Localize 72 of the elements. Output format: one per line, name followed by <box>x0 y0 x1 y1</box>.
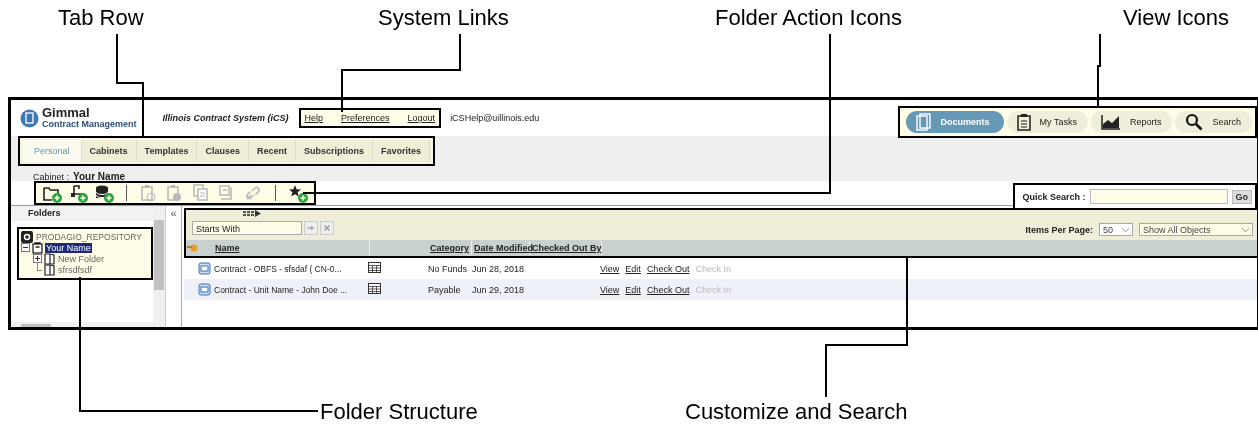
cabinet-icon <box>32 241 43 254</box>
tree-root[interactable]: PRODAGIO_REPOSITORY <box>36 231 142 242</box>
system-link[interactable]: Help <box>304 113 324 123</box>
logo-subtitle: Contract Management <box>42 119 137 129</box>
clear-icon[interactable] <box>320 221 334 235</box>
view-button[interactable]: Search <box>1175 111 1252 133</box>
expand-icon[interactable] <box>33 254 42 263</box>
repository-icon <box>21 230 33 243</box>
help-email: iCSHelp@uillinois.edu <box>450 113 540 123</box>
caret-icon <box>1122 227 1129 232</box>
subfolder-add-icon[interactable] <box>68 183 88 203</box>
tab[interactable]: Recent <box>248 140 296 162</box>
view-button[interactable]: Reports <box>1090 111 1173 133</box>
documents-icon <box>915 113 932 131</box>
tree-item[interactable]: sfrsdfsdf <box>57 264 93 275</box>
key-icon <box>186 243 198 253</box>
document-icon <box>198 262 211 275</box>
logo-icon <box>20 108 39 128</box>
tab[interactable]: Clauses <box>197 140 249 162</box>
system-name: Illinois Contract System (iCS) <box>162 113 289 123</box>
callout-label: View Icons <box>1123 5 1229 31</box>
date-cell-text: Jun 29, 2018 <box>471 284 526 295</box>
category-cell-text: Payable <box>427 284 462 295</box>
items-per-page-dropdown[interactable]: 50 <box>1099 223 1133 236</box>
tab[interactable]: Subscriptions <box>295 140 373 162</box>
tab[interactable]: Favorites <box>372 140 430 162</box>
callout-label: Folder Action Icons <box>715 5 903 31</box>
callout-label: Customize and Search <box>685 399 908 425</box>
cabinet-label: Cabinet : <box>33 172 70 182</box>
grid-icon[interactable] <box>368 262 381 273</box>
tree-item[interactable]: Your Name <box>45 242 92 253</box>
tree-item[interactable]: New Folder <box>57 253 105 264</box>
row-action-link[interactable]: Check Out <box>646 263 690 274</box>
items-per-page-label: Items Per Page: <box>1025 224 1093 235</box>
row-action-link[interactable]: View <box>600 284 620 295</box>
system-link[interactable]: Preferences <box>341 113 390 123</box>
logo-title: Gimmal <box>42 107 91 119</box>
row-action-link[interactable]: Check Out <box>646 284 690 295</box>
document-icon <box>198 283 211 296</box>
filter-field[interactable]: Starts With <box>192 221 302 235</box>
go-button[interactable]: Go <box>1231 189 1252 204</box>
column-chooser-icon[interactable] <box>242 210 262 218</box>
date-cell-text: Jun 28, 2018 <box>471 263 526 274</box>
row-action-link[interactable]: View <box>600 263 620 274</box>
column-header[interactable]: Name <box>200 241 370 255</box>
chart-icon <box>1100 114 1121 130</box>
quick-search-field[interactable] <box>1089 189 1228 204</box>
tab[interactable]: Templates <box>136 140 198 162</box>
quick-search-label: Quick Search : <box>1022 191 1086 202</box>
folder-icon <box>44 263 55 276</box>
search-icon <box>1185 113 1204 131</box>
cabinet-name: Your Name <box>73 171 126 182</box>
object-filter-dropdown[interactable]: Show All Objects <box>1139 223 1253 236</box>
database-add-icon[interactable] <box>94 183 114 203</box>
clipboard-icon <box>1016 113 1031 131</box>
grid-icon[interactable] <box>368 283 381 294</box>
caret-icon <box>1242 227 1249 232</box>
system-link[interactable]: Logout <box>407 113 436 123</box>
column-header[interactable]: Category <box>428 241 472 255</box>
callout-label: System Links <box>378 5 509 31</box>
tab[interactable]: Cabinets <box>81 140 137 162</box>
callout-label: Folder Structure <box>320 399 478 425</box>
view-button[interactable]: My Tasks <box>1006 111 1088 133</box>
collapse-icon[interactable] <box>21 243 30 252</box>
row-action-link[interactable]: Edit <box>625 284 641 295</box>
document-name[interactable]: Contract - Unit Name - John Doe ... <box>214 284 348 295</box>
callout-label: Tab Row <box>58 5 144 31</box>
row-action-link[interactable]: Edit <box>625 263 641 274</box>
star-add-icon[interactable] <box>288 183 308 203</box>
folder-icon <box>44 252 55 265</box>
document-name[interactable]: Contract - OBFS - sfsdaf ( CN-0... <box>214 263 342 274</box>
category-cell-text: No Funds <box>427 263 469 274</box>
